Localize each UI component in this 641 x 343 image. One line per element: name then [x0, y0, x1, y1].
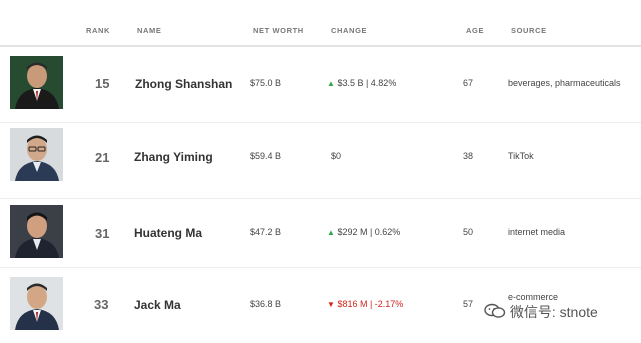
- net-worth-value: $59.4 B: [250, 151, 282, 161]
- source-value: e-commerce: [508, 292, 559, 302]
- triangle-up-icon: ▲: [327, 79, 335, 88]
- age-value: 67: [463, 78, 474, 88]
- avatar[interactable]: [10, 205, 63, 258]
- avatar[interactable]: [10, 56, 63, 109]
- watermark-text: 微信号: stnote: [509, 304, 598, 320]
- person-name[interactable]: Huateng Ma: [134, 226, 202, 240]
- change-value: ▼ $816 M | -2.17%: [327, 299, 403, 309]
- net-worth-value: $75.0 B: [250, 78, 282, 88]
- source-value: TikTok: [508, 151, 534, 161]
- net-worth-value: $36.8 B: [250, 299, 282, 309]
- wechat-icon: [484, 303, 510, 320]
- avatar[interactable]: [10, 277, 63, 330]
- triangle-up-icon: ▲: [327, 228, 335, 237]
- source-value: internet media: [508, 227, 566, 237]
- triangle-down-icon: ▼: [327, 300, 335, 309]
- rank-value: 15: [95, 76, 110, 91]
- change-value: ▲ $3.5 B | 4.82%: [327, 78, 396, 88]
- watermark: 微信号: stnote: [484, 302, 598, 322]
- table-row[interactable]: 31 Huateng Ma $47.2 B ▲ $292 M | 0.62% 5…: [0, 199, 641, 268]
- header-age[interactable]: AGE: [466, 26, 484, 35]
- rank-value: 21: [95, 150, 110, 165]
- rank-value: 33: [94, 297, 109, 312]
- net-worth-value: $47.2 B: [250, 227, 282, 237]
- change-text: $3.5 B | 4.82%: [337, 78, 397, 88]
- source-value: beverages, pharmaceuticals: [508, 78, 621, 88]
- header-source[interactable]: SOURCE: [511, 26, 547, 35]
- table-row[interactable]: 15 Zhong Shanshan $75.0 B ▲ $3.5 B | 4.8…: [0, 47, 641, 123]
- header-change[interactable]: CHANGE: [331, 26, 367, 35]
- header-rank[interactable]: RANK: [86, 26, 110, 35]
- age-value: 50: [463, 227, 474, 237]
- table-row[interactable]: 21 Zhang Yiming $59.4 B $0 38 TikTok: [0, 123, 641, 199]
- avatar[interactable]: [10, 128, 63, 181]
- age-value: 57: [463, 299, 474, 309]
- change-value: $0: [331, 151, 341, 161]
- change-value: ▲ $292 M | 0.62%: [327, 227, 400, 237]
- rank-value: 31: [95, 226, 110, 241]
- age-value: 38: [463, 151, 474, 161]
- person-name[interactable]: Zhang Yiming: [134, 150, 213, 164]
- change-text: $816 M | -2.17%: [337, 299, 404, 309]
- table-header: RANK NAME NET WORTH CHANGE AGE SOURCE: [0, 0, 641, 47]
- header-name[interactable]: NAME: [137, 26, 161, 35]
- header-net-worth[interactable]: NET WORTH: [253, 26, 304, 35]
- person-name[interactable]: Jack Ma: [134, 298, 181, 312]
- change-text: $292 M | 0.62%: [337, 227, 401, 237]
- change-text: $0: [331, 151, 342, 161]
- person-name[interactable]: Zhong Shanshan: [135, 77, 232, 91]
